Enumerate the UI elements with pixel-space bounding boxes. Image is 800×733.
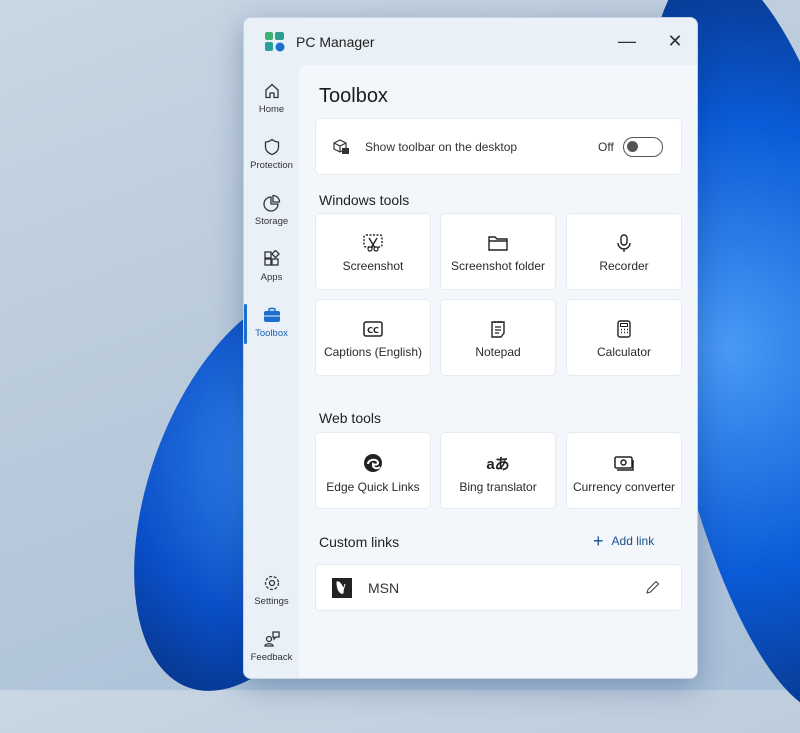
- feedback-icon: [263, 631, 280, 647]
- tool-label: Edge Quick Links: [326, 480, 420, 494]
- edge-icon: [364, 454, 382, 472]
- sidebar-item-home[interactable]: Home: [244, 82, 299, 115]
- tool-screenshot-folder[interactable]: Screenshot folder: [440, 213, 556, 290]
- sidebar-item-settings[interactable]: Settings: [244, 574, 299, 607]
- tool-label: Screenshot folder: [450, 259, 546, 273]
- pie-chart-icon: [262, 194, 280, 212]
- edit-pencil-icon[interactable]: [645, 580, 660, 595]
- sidebar-item-label: Home: [258, 104, 285, 115]
- add-link-label: Add link: [611, 534, 655, 548]
- pc-manager-logo-icon: [265, 32, 285, 52]
- svg-text:CC: CC: [367, 326, 379, 335]
- toolbar-setting-label: Show toolbar on the desktop: [365, 140, 518, 154]
- tool-label: Notepad: [475, 345, 521, 359]
- home-icon: [264, 83, 279, 99]
- translator-icon: aあ: [486, 456, 510, 473]
- currency-icon: [614, 456, 634, 471]
- sidebar-item-protection[interactable]: Protection: [244, 138, 299, 171]
- sidebar-item-label: Feedback: [250, 652, 293, 663]
- microphone-icon: [617, 234, 631, 252]
- tool-calculator[interactable]: Calculator: [566, 299, 682, 376]
- show-toolbar-toggle[interactable]: [623, 137, 663, 157]
- screenshot-icon: [363, 234, 383, 252]
- tool-label: Calculator: [596, 345, 652, 359]
- notepad-icon: [491, 321, 505, 338]
- sidebar-item-apps[interactable]: Apps: [244, 250, 299, 283]
- tool-label: Currency converter: [572, 480, 676, 494]
- calculator-icon: [617, 320, 631, 338]
- tool-label: Bing translator: [459, 480, 537, 494]
- link-name: MSN: [368, 580, 400, 596]
- sidebar-item-storage[interactable]: Storage: [244, 194, 299, 227]
- tool-label: Screenshot: [342, 259, 404, 273]
- pc-manager-window: PC Manager — ✕ Home Protection Storage A…: [243, 17, 698, 679]
- minimize-button[interactable]: —: [612, 28, 642, 54]
- tool-label: Captions (English): [323, 345, 423, 359]
- plus-icon: +: [593, 531, 604, 551]
- sidebar-item-label: Protection: [250, 160, 293, 171]
- windows-tools-heading: Windows tools: [319, 192, 410, 208]
- tool-bing-translator[interactable]: aあ Bing translator: [440, 432, 556, 509]
- custom-link-msn[interactable]: MSN: [315, 564, 682, 611]
- closed-captions-icon: CC: [363, 321, 383, 337]
- toggle-state-label: Off: [598, 140, 614, 154]
- toolbox-icon: [263, 307, 280, 322]
- sidebar-item-label: Toolbox: [255, 328, 288, 339]
- gear-icon: [264, 575, 279, 591]
- sidebar-item-feedback[interactable]: Feedback: [244, 630, 299, 663]
- tool-recorder[interactable]: Recorder: [566, 213, 682, 290]
- add-link-button[interactable]: + Add link: [593, 531, 654, 552]
- toolbar-setting-card: Show toolbar on the desktop Off: [315, 118, 682, 175]
- tool-edge-quick-links[interactable]: Edge Quick Links: [315, 432, 431, 509]
- content-panel: Toolbox Show toolbar on the desktop Off …: [299, 65, 697, 678]
- tool-notepad[interactable]: Notepad: [440, 299, 556, 376]
- tool-captions[interactable]: CC Captions (English): [315, 299, 431, 376]
- tool-screenshot[interactable]: Screenshot: [315, 213, 431, 290]
- sidebar-item-toolbox[interactable]: Toolbox: [244, 306, 299, 339]
- sidebar-item-label: Settings: [254, 596, 289, 607]
- web-tools-heading: Web tools: [319, 410, 381, 426]
- sidebar-item-label: Storage: [254, 216, 289, 227]
- folder-icon: [488, 236, 508, 251]
- shield-icon: [264, 138, 279, 156]
- toolbar-box-icon: [333, 139, 349, 154]
- tool-currency-converter[interactable]: Currency converter: [566, 432, 682, 509]
- close-button[interactable]: ✕: [660, 28, 690, 54]
- tool-label: Recorder: [599, 259, 649, 273]
- window-title: PC Manager: [296, 34, 375, 50]
- sidebar-item-label: Apps: [260, 272, 283, 283]
- apps-icon: [263, 250, 280, 266]
- page-title: Toolbox: [319, 85, 388, 107]
- custom-links-heading: Custom links: [319, 534, 400, 550]
- msn-logo-icon: [332, 578, 352, 598]
